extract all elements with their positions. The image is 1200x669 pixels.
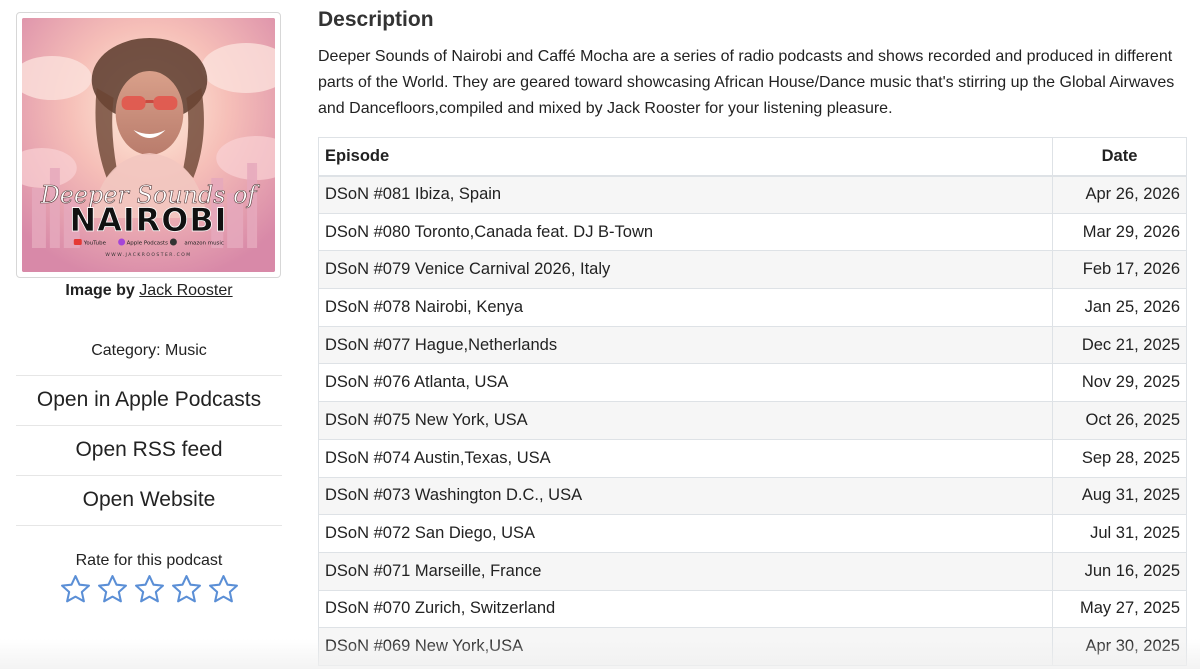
cover-title-main: NAIROBI — [70, 201, 228, 239]
episode-title[interactable]: DSoN #075 New York, USA — [318, 401, 1053, 440]
episode-date: Jun 16, 2025 — [1052, 551, 1187, 591]
apple-icon — [169, 238, 177, 246]
episode-title[interactable]: DSoN #069 New York,USA — [318, 627, 1053, 666]
episode-date: Nov 29, 2025 — [1052, 363, 1187, 403]
episode-column-header[interactable]: Episode — [318, 137, 1053, 177]
star-icon[interactable] — [207, 573, 240, 606]
table-row[interactable]: DSoN #080 Toronto,Canada feat. DJ B-Town… — [318, 212, 1187, 252]
episode-title[interactable]: DSoN #078 Nairobi, Kenya — [318, 288, 1053, 327]
episode-title[interactable]: DSoN #072 San Diego, USA — [318, 514, 1053, 553]
table-row[interactable]: DSoN #081 Ibiza, Spain Apr 26, 2026 — [318, 175, 1187, 214]
table-row[interactable]: DSoN #077 Hague,Netherlands Dec 21, 2025 — [318, 325, 1187, 365]
description-title: Description — [318, 8, 434, 31]
open-rss-feed-link[interactable]: Open RSS feed — [16, 426, 282, 476]
star-icon[interactable] — [170, 573, 203, 606]
episode-title[interactable]: DSoN #073 Washington D.C., USA — [318, 476, 1053, 516]
episode-date: Jan 25, 2026 — [1052, 288, 1187, 327]
table-row[interactable]: DSoN #078 Nairobi, Kenya Jan 25, 2026 — [318, 288, 1187, 327]
rating-stars — [16, 573, 282, 606]
episode-table-body: DSoN #081 Ibiza, Spain Apr 26, 2026 DSoN #… — [318, 175, 1187, 666]
table-row[interactable]: DSoN #070 Zurich, Switzerland May 27, 202… — [318, 589, 1187, 629]
table-row[interactable]: DSoN #076 Atlanta, USA Nov 29, 2025 — [318, 363, 1187, 403]
table-row[interactable]: DSoN #073 Washington D.C., USA Aug 31, 20… — [318, 476, 1187, 516]
episode-title[interactable]: DSoN #077 Hague,Netherlands — [318, 325, 1053, 365]
episode-date: Apr 26, 2026 — [1052, 175, 1187, 214]
cover-badge-youtube: YouTube — [83, 240, 107, 246]
episode-title[interactable]: DSoN #070 Zurich, Switzerland — [318, 589, 1053, 629]
episode-date: Jul 31, 2025 — [1052, 514, 1187, 553]
table-row[interactable]: DSoN #072 San Diego, USA Jul 31, 2025 — [318, 514, 1187, 553]
star-icon[interactable] — [133, 573, 166, 606]
open-website-link[interactable]: Open Website — [16, 476, 282, 526]
date-column-header[interactable]: Date — [1052, 137, 1187, 177]
podcast-main: Description Deeper Sounds of Nairobi and… — [318, 6, 1188, 666]
episode-date: Oct 26, 2025 — [1052, 401, 1187, 440]
cover-badge-amazon-music: amazon music — [184, 240, 224, 246]
cover-image-frame: Deeper Sounds of NAIROBI YouTube Apple P… — [16, 12, 281, 278]
episode-date: Sep 28, 2025 — [1052, 438, 1187, 478]
episode-date: Mar 29, 2026 — [1052, 212, 1187, 252]
star-icon[interactable] — [96, 573, 129, 606]
episode-date: Feb 17, 2026 — [1052, 250, 1187, 290]
table-row[interactable]: DSoN #074 Austin,Texas, USA Sep 28, 2025 — [318, 438, 1187, 478]
star-icon[interactable] — [59, 573, 92, 606]
image-credit-author-link[interactable]: Jack Rooster — [139, 282, 232, 299]
description-text: Deeper Sounds of Nairobi and Caffé Mocha… — [318, 48, 1175, 117]
table-row[interactable]: DSoN #075 New York, USA Oct 26, 2025 — [318, 401, 1187, 440]
episode-date: May 27, 2025 — [1052, 589, 1187, 629]
episode-title[interactable]: DSoN #071 Marseille, France — [318, 551, 1053, 591]
table-row[interactable]: DSoN #069 New York,USA Apr 30, 2025 — [318, 627, 1187, 666]
image-credit: Image by Jack Rooster — [16, 282, 282, 300]
open-apple-podcasts-link[interactable]: Open in Apple Podcasts — [16, 376, 282, 426]
image-credit-label: Image by — [65, 282, 135, 299]
cover-website: WWW.JACKROOSTER.COM — [105, 252, 191, 258]
episode-table: Episode Date DSoN #081 Ibiza, Spain Apr 2… — [318, 137, 1187, 666]
apple-podcasts-icon — [118, 238, 126, 246]
podcast-links: Open in Apple Podcasts Open RSS feed Ope… — [16, 375, 282, 526]
episode-title[interactable]: DSoN #076 Atlanta, USA — [318, 363, 1053, 403]
youtube-icon — [73, 239, 82, 245]
episode-date: Aug 31, 2025 — [1052, 476, 1187, 516]
table-row[interactable]: DSoN #079 Venice Carnival 2026, Italy Feb… — [318, 250, 1187, 290]
podcast-cover-image[interactable]: Deeper Sounds of NAIROBI YouTube Apple P… — [22, 18, 275, 272]
episode-date: Dec 21, 2025 — [1052, 325, 1187, 365]
rating-label: Rate for this podcast — [75, 552, 223, 569]
table-row[interactable]: DSoN #071 Marseille, France Jun 16, 2025 — [318, 551, 1187, 591]
cover-badge-apple-podcasts: Apple Podcasts — [127, 240, 168, 246]
cover-artwork: Deeper Sounds of NAIROBI YouTube Apple P… — [22, 18, 275, 272]
episode-title[interactable]: DSoN #081 Ibiza, Spain — [318, 175, 1053, 214]
episode-table-header: Episode Date — [318, 137, 1187, 177]
episode-title[interactable]: DSoN #080 Toronto,Canada feat. DJ B-Town — [318, 212, 1053, 252]
episode-title[interactable]: DSoN #079 Venice Carnival 2026, Italy — [318, 250, 1053, 290]
podcast-sidebar: Deeper Sounds of NAIROBI YouTube Apple P… — [16, 12, 282, 606]
episode-title[interactable]: DSoN #074 Austin,Texas, USA — [318, 438, 1053, 478]
podcast-category: Category: Music — [91, 342, 207, 359]
episode-date: Apr 30, 2025 — [1052, 627, 1187, 666]
